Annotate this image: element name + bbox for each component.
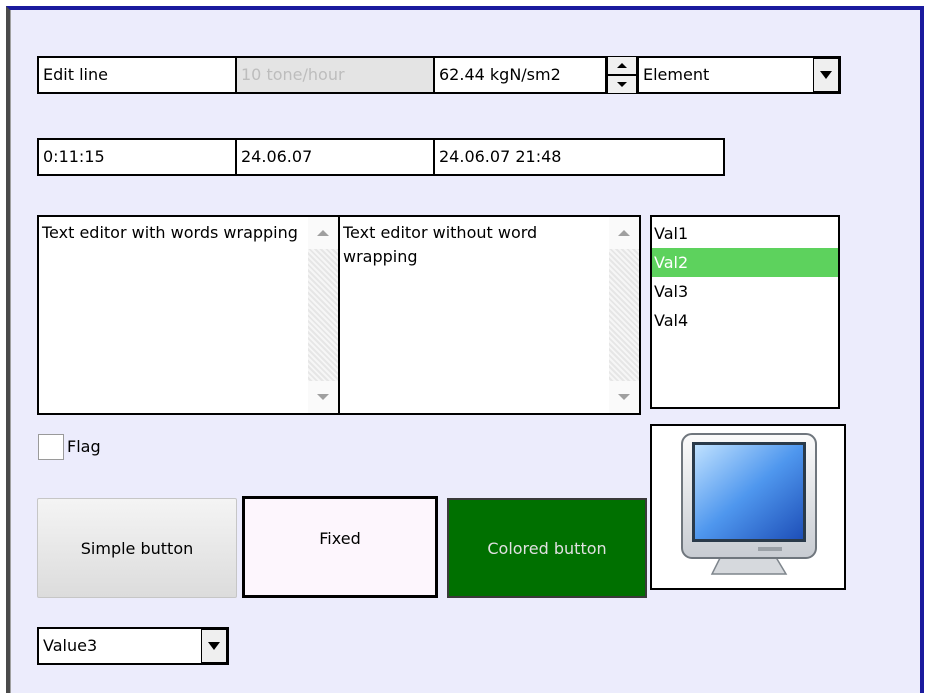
arrow-down-icon [617,82,627,87]
edit-line-field[interactable]: Edit line [37,56,237,94]
time-value: 0:11:15 [43,147,105,166]
date-value: 24.06.07 [241,147,313,166]
scroll-down-button[interactable] [609,381,639,413]
datetime-value: 24.06.07 21:48 [439,147,562,166]
list-item-selected[interactable]: Val2 [652,248,838,277]
fixed-button-label: Fixed [319,529,361,548]
value-combo[interactable]: Value3 [37,627,229,665]
form-panel: Edit line 10 tone/hour 62.44 kgN/sm2 Ele… [6,6,924,693]
spin-down-button[interactable] [607,75,637,94]
chevron-down-icon [820,71,832,79]
memo-wrap[interactable]: Text editor with words wrapping [37,215,340,415]
time-field[interactable]: 0:11:15 [37,138,237,176]
pressure-spin-field[interactable]: 62.44 kgN/sm2 [433,56,607,94]
scroll-up-icon [618,230,630,236]
colored-button[interactable]: Colored button [447,498,647,598]
image-button[interactable] [650,424,846,590]
value-combo-dropdown-button[interactable] [201,629,227,663]
datetime-field[interactable]: 24.06.07 21:48 [433,138,725,176]
memo-nowrap[interactable]: Text editor without word wrapping [338,215,641,415]
scroll-up-icon [317,230,329,236]
memo-nowrap-text: Text editor without word wrapping [343,223,538,266]
scroll-down-icon [317,394,329,400]
memo-nowrap-scrollbar[interactable] [609,217,639,413]
list-item[interactable]: Val3 [652,277,838,306]
arrow-up-icon [617,63,627,68]
simple-button-label: Simple button [80,538,194,558]
pressure-spinner[interactable] [607,56,637,94]
monitor-icon [681,433,817,575]
element-combo-value: Element [643,65,710,84]
disabled-rate-field: 10 tone/hour [235,56,435,94]
scroll-up-button[interactable] [609,217,639,249]
date-field[interactable]: 24.06.07 [235,138,435,176]
chevron-down-icon [208,642,220,650]
value-combo-value: Value3 [43,636,98,655]
spin-up-button[interactable] [607,56,637,75]
element-combo-dropdown-button[interactable] [813,58,839,92]
scroll-down-icon [618,394,630,400]
colored-button-label: Colored button [487,538,607,558]
flag-checkbox[interactable] [38,434,64,460]
list-item[interactable]: Val4 [652,306,838,335]
value-listbox[interactable]: Val1 Val2 Val3 Val4 [650,215,840,409]
disabled-rate-value: 10 tone/hour [241,65,345,84]
simple-button[interactable]: Simple button [37,498,237,598]
scroll-up-button[interactable] [308,217,338,249]
memo-wrap-scrollbar[interactable] [308,217,338,413]
flag-label: Flag [67,437,101,456]
scroll-down-button[interactable] [308,381,338,413]
memo-wrap-text: Text editor with words wrapping [42,223,298,242]
fixed-toggle-button[interactable]: Fixed [242,496,438,598]
edit-line-value: Edit line [43,65,108,84]
list-item[interactable]: Val1 [652,219,838,248]
element-combo[interactable]: Element [637,56,841,94]
pressure-spin-value: 62.44 kgN/sm2 [439,65,561,84]
